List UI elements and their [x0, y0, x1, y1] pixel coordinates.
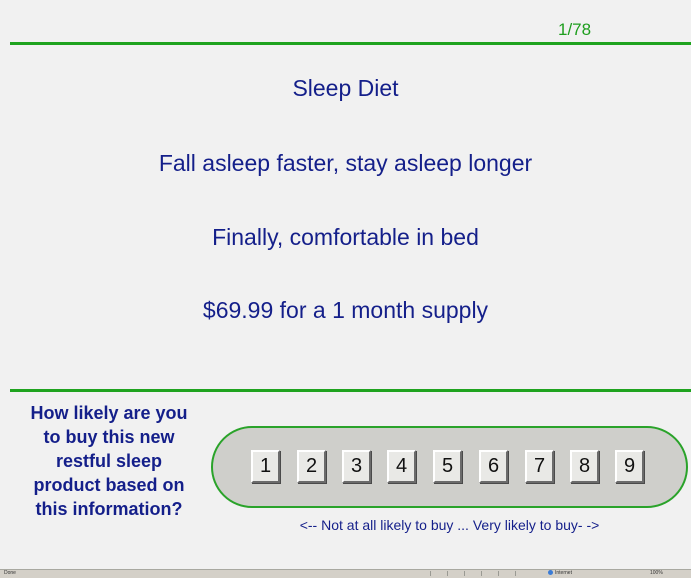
zone-label: Internet — [555, 570, 572, 576]
status-cell — [498, 571, 509, 576]
question-line: to buy this new — [43, 427, 175, 447]
globe-icon — [548, 570, 553, 576]
rating-button-9[interactable]: 9 — [615, 450, 644, 483]
question-counter: 1/78 — [558, 20, 592, 39]
rating-button-1[interactable]: 1 — [251, 450, 280, 483]
status-cell — [447, 571, 458, 576]
security-zone: Internet — [548, 570, 572, 577]
status-cell — [464, 571, 475, 576]
ad-title: Sleep Diet — [292, 75, 399, 101]
rating-button-3[interactable]: 3 — [342, 450, 371, 483]
rating-button-4[interactable]: 4 — [387, 450, 416, 483]
rating-button-2[interactable]: 2 — [297, 450, 326, 483]
rating-button-6[interactable]: 6 — [479, 450, 508, 483]
status-cell — [515, 571, 526, 576]
middle-divider — [10, 389, 691, 392]
question-line: product based on — [33, 475, 185, 495]
rating-button-7[interactable]: 7 — [525, 450, 554, 483]
top-divider — [10, 42, 691, 45]
rating-button-8[interactable]: 8 — [570, 450, 599, 483]
status-cell — [430, 571, 441, 576]
question-line: restful sleep — [55, 451, 163, 471]
ad-price: $69.99 for a 1 month supply — [202, 297, 489, 323]
question-line: this information? — [35, 499, 183, 519]
ad-benefit-2: Finally, comfortable in bed — [212, 224, 479, 250]
ad-benefit-1: Fall asleep faster, stay asleep longer — [158, 150, 533, 176]
status-text: Done — [4, 570, 16, 576]
rating-button-5[interactable]: 5 — [433, 450, 462, 483]
status-cell — [481, 571, 492, 576]
survey-question: How likely are you to buy this new restf… — [6, 401, 212, 521]
scale-caption: <-- Not at all likely to buy ... Very li… — [299, 517, 600, 533]
zoom-control[interactable]: 100% — [650, 570, 663, 577]
question-line: How likely are you — [30, 403, 188, 423]
